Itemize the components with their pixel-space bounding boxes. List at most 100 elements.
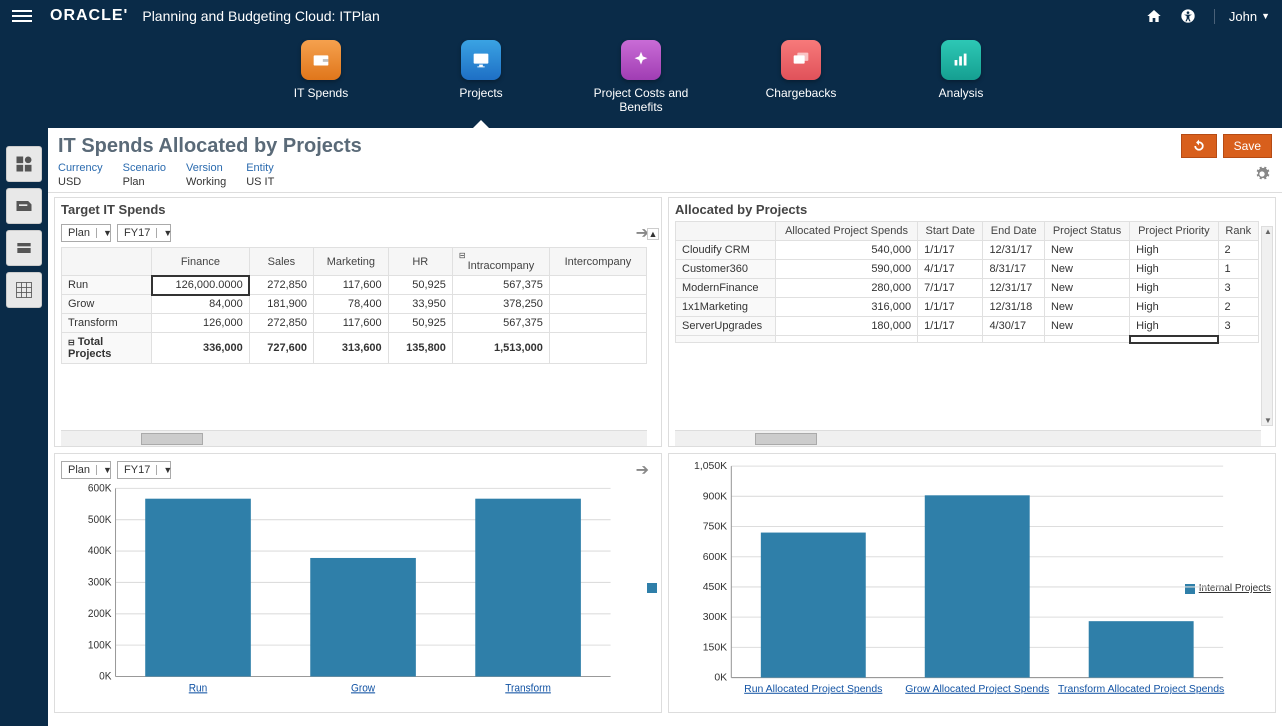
dropdown-scenario[interactable]: Plan▼ xyxy=(61,224,111,242)
row-header[interactable]: Customer360 xyxy=(676,260,776,279)
cell[interactable]: High xyxy=(1130,298,1218,317)
rail-btn-4[interactable] xyxy=(6,272,42,308)
cell[interactable]: 316,000 xyxy=(776,298,918,317)
col-header[interactable]: Finance xyxy=(152,248,250,276)
pov-scenario[interactable]: ScenarioPlan xyxy=(123,162,166,188)
cell[interactable]: 12/31/17 xyxy=(983,241,1045,260)
cell[interactable]: New xyxy=(1044,260,1129,279)
col-header[interactable]: Project Priority xyxy=(1130,222,1218,241)
col-header[interactable]: End Date xyxy=(983,222,1045,241)
row-header[interactable]: ServerUpgrades xyxy=(676,317,776,336)
gear-icon[interactable] xyxy=(1254,166,1270,185)
cell[interactable]: 84,000 xyxy=(152,295,250,314)
cell[interactable]: 280,000 xyxy=(776,279,918,298)
cell[interactable]: 4/1/17 xyxy=(918,260,983,279)
cell[interactable]: 181,900 xyxy=(249,295,313,314)
cell[interactable]: 590,000 xyxy=(776,260,918,279)
cell[interactable]: 180,000 xyxy=(776,317,918,336)
col-header[interactable]: Allocated Project Spends xyxy=(776,222,918,241)
cell[interactable]: 12/31/18 xyxy=(983,298,1045,317)
cell[interactable]: 727,600 xyxy=(249,333,313,364)
cell[interactable]: 3 xyxy=(1218,317,1258,336)
horizontal-scrollbar[interactable] xyxy=(675,430,1261,446)
home-icon[interactable] xyxy=(1146,8,1162,24)
cell[interactable]: 117,600 xyxy=(314,314,389,333)
cell[interactable]: 12/31/17 xyxy=(983,279,1045,298)
expand-arrow-icon[interactable]: ➔ xyxy=(636,460,649,480)
vertical-scrollbar[interactable] xyxy=(1261,226,1273,426)
col-header[interactable]: Project Status xyxy=(1044,222,1129,241)
collapse-toggle[interactable]: ▲ xyxy=(647,228,659,240)
cell[interactable]: 1/1/17 xyxy=(918,317,983,336)
nav-tab-it-spends[interactable]: IT Spends xyxy=(266,40,376,114)
cell[interactable]: 117,600 xyxy=(314,276,389,295)
cell[interactable] xyxy=(549,314,646,333)
cell[interactable]: 1 xyxy=(1218,260,1258,279)
col-header[interactable]: Intercompany xyxy=(549,248,646,276)
pov-entity[interactable]: EntityUS IT xyxy=(246,162,274,188)
chart-bar[interactable] xyxy=(925,495,1030,677)
cell[interactable]: 4/30/17 xyxy=(983,317,1045,336)
col-header[interactable]: ⊟Intracompany xyxy=(452,248,549,276)
cell[interactable] xyxy=(549,276,646,295)
cell[interactable]: 1/1/17 xyxy=(918,241,983,260)
cell[interactable]: 567,375 xyxy=(452,314,549,333)
cell[interactable]: 126,000 xyxy=(152,314,250,333)
col-header[interactable]: Sales xyxy=(249,248,313,276)
row-header[interactable]: Transform xyxy=(62,314,152,333)
nav-tab-analysis[interactable]: Analysis xyxy=(906,40,1016,114)
dropdown-year[interactable]: FY17▼ xyxy=(117,224,171,242)
nav-tab-chargebacks[interactable]: Chargebacks xyxy=(746,40,856,114)
col-header[interactable]: Rank xyxy=(1218,222,1258,241)
menu-hamburger[interactable] xyxy=(12,6,32,26)
row-header[interactable]: Grow xyxy=(62,295,152,314)
chart-bar[interactable] xyxy=(310,558,416,677)
row-header[interactable]: Run xyxy=(62,276,152,295)
chart-bar[interactable] xyxy=(145,499,251,677)
cell[interactable]: 272,850 xyxy=(249,314,313,333)
cell[interactable]: High xyxy=(1130,317,1218,336)
accessibility-icon[interactable] xyxy=(1180,8,1196,24)
col-header[interactable]: HR xyxy=(388,248,452,276)
cell[interactable]: 540,000 xyxy=(776,241,918,260)
cell[interactable]: 2 xyxy=(1218,298,1258,317)
cell[interactable] xyxy=(549,333,646,364)
cell[interactable]: 313,600 xyxy=(314,333,389,364)
user-menu[interactable]: John▼ xyxy=(1214,9,1270,24)
cell[interactable]: High xyxy=(1130,279,1218,298)
dropdown-year[interactable]: FY17▼ xyxy=(117,461,171,479)
rail-btn-1[interactable] xyxy=(6,146,42,182)
nav-tab-project-costs-and-benefits[interactable]: Project Costs and Benefits xyxy=(586,40,696,114)
cell[interactable]: 378,250 xyxy=(452,295,549,314)
cell[interactable]: New xyxy=(1044,317,1129,336)
dropdown-scenario[interactable]: Plan▼ xyxy=(61,461,111,479)
row-header[interactable]: 1x1Marketing xyxy=(676,298,776,317)
cell[interactable]: 33,950 xyxy=(388,295,452,314)
cell[interactable]: 78,400 xyxy=(314,295,389,314)
save-button[interactable]: Save xyxy=(1223,134,1272,158)
cell[interactable]: 126,000.0000 xyxy=(152,276,250,295)
cell[interactable]: 50,925 xyxy=(388,314,452,333)
cell[interactable]: 567,375 xyxy=(452,276,549,295)
chart-bar[interactable] xyxy=(761,533,866,678)
cell[interactable]: 272,850 xyxy=(249,276,313,295)
cell[interactable]: 8/31/17 xyxy=(983,260,1045,279)
cell[interactable]: 1/1/17 xyxy=(918,298,983,317)
chart-bar[interactable] xyxy=(1089,621,1194,677)
col-header[interactable]: Marketing xyxy=(314,248,389,276)
cell[interactable] xyxy=(549,295,646,314)
row-header[interactable]: ModernFinance xyxy=(676,279,776,298)
rail-btn-2[interactable] xyxy=(6,188,42,224)
nav-tab-projects[interactable]: Projects xyxy=(426,40,536,114)
pov-currency[interactable]: CurrencyUSD xyxy=(58,162,103,188)
chart-bar[interactable] xyxy=(475,499,581,677)
cell[interactable]: 3 xyxy=(1218,279,1258,298)
horizontal-scrollbar[interactable] xyxy=(61,430,647,446)
cell[interactable]: 7/1/17 xyxy=(918,279,983,298)
cell[interactable]: 1,513,000 xyxy=(452,333,549,364)
cell[interactable]: New xyxy=(1044,279,1129,298)
rail-btn-3[interactable] xyxy=(6,230,42,266)
cell[interactable]: New xyxy=(1044,241,1129,260)
cell[interactable]: 2 xyxy=(1218,241,1258,260)
cell[interactable]: 50,925 xyxy=(388,276,452,295)
